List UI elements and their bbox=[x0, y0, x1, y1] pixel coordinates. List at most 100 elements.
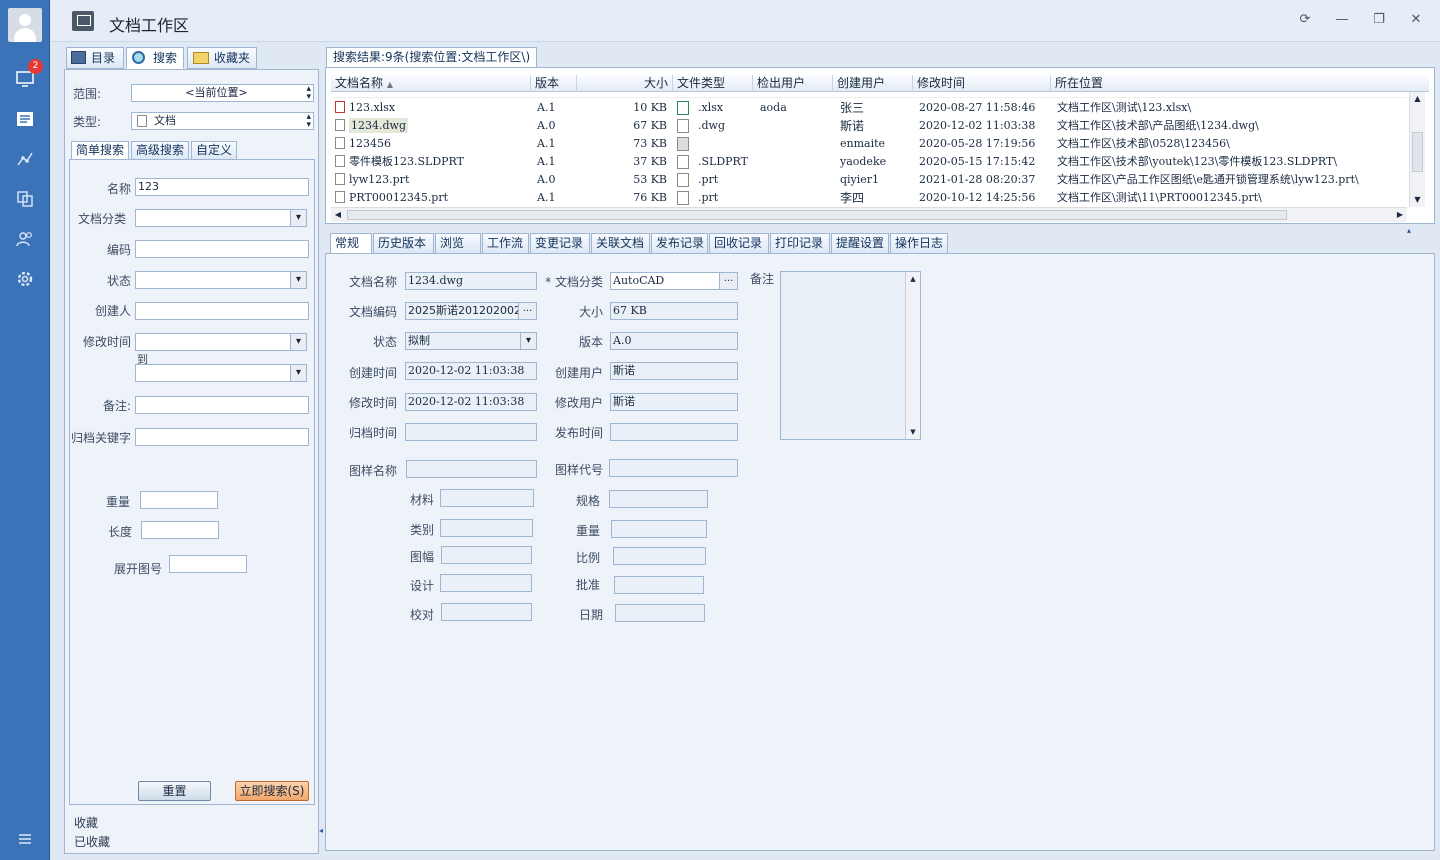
scroll-right-icon[interactable]: ▶ bbox=[1393, 208, 1407, 222]
partial-row bbox=[331, 92, 1407, 98]
spec-label: 规格 bbox=[575, 494, 600, 508]
tab-custom-search[interactable]: 自定义 bbox=[191, 141, 238, 160]
users-icon[interactable] bbox=[14, 228, 36, 250]
tab-simple-search[interactable]: 简单搜索 bbox=[71, 141, 130, 160]
check-input[interactable] bbox=[441, 603, 532, 621]
remark-scrollbar[interactable]: ▲ ▼ bbox=[905, 272, 920, 439]
col-version[interactable]: 版本 bbox=[531, 75, 577, 92]
table-row[interactable]: PRT00012345.prt A.1 76 KB .prt 李四 2020-1… bbox=[331, 189, 1407, 207]
weight-input[interactable] bbox=[140, 491, 218, 509]
col-location[interactable]: 所在位置 bbox=[1051, 75, 1429, 92]
tab-advanced-search[interactable]: 高级搜索 bbox=[131, 141, 190, 160]
remark-input[interactable] bbox=[135, 396, 309, 414]
table-row[interactable]: lyw123.prt A.0 53 KB .prt qiyier1 2021-0… bbox=[331, 171, 1407, 189]
archive-time-label: 归档时间 bbox=[348, 426, 397, 440]
unfold-drawing-input[interactable] bbox=[169, 555, 247, 573]
collapse-up-icon[interactable]: ▴ bbox=[1407, 226, 1411, 235]
status-label: 状态 bbox=[106, 274, 131, 288]
tab-operation-log[interactable]: 操作日志 bbox=[890, 233, 948, 254]
type-select[interactable]: 文档 ▴ ▾ bbox=[131, 112, 314, 130]
status-detail-select[interactable]: 拟制 bbox=[405, 332, 537, 350]
scroll-up-icon[interactable]: ▲ bbox=[1410, 92, 1425, 106]
doc-code-input[interactable]: 2025斯诺201202002 bbox=[405, 302, 537, 320]
tab-print-records[interactable]: 打印记录 bbox=[770, 233, 830, 254]
status-select[interactable] bbox=[135, 271, 307, 289]
modtime-to-select[interactable] bbox=[135, 364, 307, 382]
tab-reminder-settings[interactable]: 提醒设置 bbox=[831, 233, 889, 254]
tab-favorites[interactable]: 收藏夹 bbox=[187, 47, 257, 69]
scroll-down-icon[interactable]: ▼ bbox=[1410, 193, 1425, 207]
tab-search-results[interactable]: 搜索结果:9条(搜索位置:文档工作区\) bbox=[326, 47, 538, 68]
tab-publish-records[interactable]: 发布记录 bbox=[651, 233, 708, 254]
menu-icon[interactable] bbox=[14, 828, 36, 850]
sldprt-type-icon bbox=[677, 155, 689, 169]
col-file-type[interactable]: 文件类型 bbox=[673, 75, 753, 92]
table-row[interactable]: 123.xlsx A.1 10 KB .xlsx aoda 张三 2020-08… bbox=[331, 99, 1407, 117]
design-input[interactable] bbox=[440, 574, 532, 592]
modtime-from-select[interactable] bbox=[135, 333, 307, 351]
code-input[interactable] bbox=[135, 240, 309, 258]
col-creator[interactable]: 创建用户 bbox=[833, 75, 913, 92]
document-list-icon[interactable] bbox=[14, 108, 36, 130]
settings-gear-icon[interactable] bbox=[14, 268, 36, 290]
vertical-scrollbar[interactable]: ▲ ▼ bbox=[1409, 92, 1425, 207]
doc-category-input[interactable]: AutoCAD bbox=[610, 272, 738, 290]
col-modified-time[interactable]: 修改时间 bbox=[913, 75, 1051, 92]
vertical-scroll-thumb[interactable] bbox=[1412, 132, 1423, 172]
close-button[interactable]: ✕ bbox=[1406, 10, 1426, 30]
drawing-name-input[interactable] bbox=[406, 460, 537, 478]
scroll-left-icon[interactable]: ◀ bbox=[331, 208, 345, 222]
tab-workflow[interactable]: 工作流 bbox=[482, 233, 529, 254]
archive-keyword-input[interactable] bbox=[135, 428, 309, 446]
refresh-icon[interactable]: ⟳ bbox=[1295, 10, 1315, 30]
scroll-up-icon[interactable]: ▲ bbox=[906, 272, 920, 286]
horizontal-scroll-thumb[interactable] bbox=[347, 210, 1287, 220]
tab-recycle-records[interactable]: 回收记录 bbox=[709, 233, 769, 254]
table-row[interactable]: 零件模板123.SLDPRT A.1 37 KB .SLDPRT yaodeke… bbox=[331, 153, 1407, 171]
date-input[interactable] bbox=[615, 604, 705, 622]
col-size[interactable]: 大小 bbox=[577, 75, 673, 92]
scope-select[interactable]: <当前位置> ▴ ▾ bbox=[131, 84, 314, 102]
tab-browse[interactable]: 浏览 bbox=[435, 233, 481, 254]
tab-history-versions[interactable]: 历史版本 bbox=[373, 233, 434, 254]
length-input[interactable] bbox=[141, 521, 219, 539]
scroll-down-icon[interactable]: ▼ bbox=[906, 425, 920, 439]
name-input[interactable]: 123 bbox=[135, 178, 309, 196]
table-row[interactable]: 123456 A.1 73 KB enmaite 2020-05-28 17:1… bbox=[331, 135, 1407, 153]
category-detail-input[interactable] bbox=[440, 519, 533, 537]
file-icon bbox=[335, 137, 345, 149]
tab-general[interactable]: 常规 bbox=[330, 233, 372, 254]
restore-button[interactable]: ❐ bbox=[1369, 10, 1389, 30]
doc-name-input[interactable]: 1234.dwg bbox=[405, 272, 537, 290]
material-input[interactable] bbox=[440, 489, 534, 507]
spec-input[interactable] bbox=[609, 490, 708, 508]
user-avatar[interactable] bbox=[8, 8, 42, 42]
approve-input[interactable] bbox=[614, 576, 704, 594]
transfer-icon[interactable] bbox=[14, 188, 36, 210]
favorite-link[interactable]: 收藏 bbox=[74, 814, 98, 831]
horizontal-scrollbar[interactable]: ◀ ▶ bbox=[331, 207, 1407, 222]
col-doc-name[interactable]: 文档名称 ▲ bbox=[331, 75, 531, 92]
category-select[interactable] bbox=[135, 209, 307, 227]
name-label: 名称 bbox=[106, 182, 131, 196]
tab-directory[interactable]: 目录 bbox=[66, 47, 124, 69]
tab-change-records[interactable]: 变更记录 bbox=[530, 233, 590, 254]
col-checkout-user[interactable]: 检出用户 bbox=[753, 75, 833, 92]
table-row-selected[interactable]: 1234.dwg A.0 67 KB .dwg 斯诺 2020-12-02 11… bbox=[331, 117, 1407, 135]
search-now-button[interactable]: 立即搜索(S) bbox=[235, 781, 309, 801]
tab-search[interactable]: 搜索 bbox=[126, 47, 184, 69]
scale-input[interactable] bbox=[613, 547, 706, 565]
creator-input[interactable] bbox=[135, 302, 309, 320]
analytics-icon[interactable] bbox=[14, 148, 36, 170]
frame-input[interactable] bbox=[441, 546, 532, 564]
reset-button[interactable]: 重置 bbox=[138, 781, 211, 801]
minimize-button[interactable]: — bbox=[1332, 10, 1352, 30]
date-label: 日期 bbox=[578, 608, 603, 622]
remark-textarea[interactable]: ▲ ▼ bbox=[780, 271, 921, 440]
favorited-link[interactable]: 已收藏 bbox=[74, 833, 110, 850]
spinner-icon: ▴ ▾ bbox=[306, 112, 311, 130]
collapse-panel-icon[interactable]: ◂ bbox=[319, 826, 323, 835]
drawing-code-input[interactable] bbox=[609, 459, 738, 477]
weight-detail-input[interactable] bbox=[611, 520, 707, 538]
tab-related-docs[interactable]: 关联文档 bbox=[591, 233, 650, 254]
